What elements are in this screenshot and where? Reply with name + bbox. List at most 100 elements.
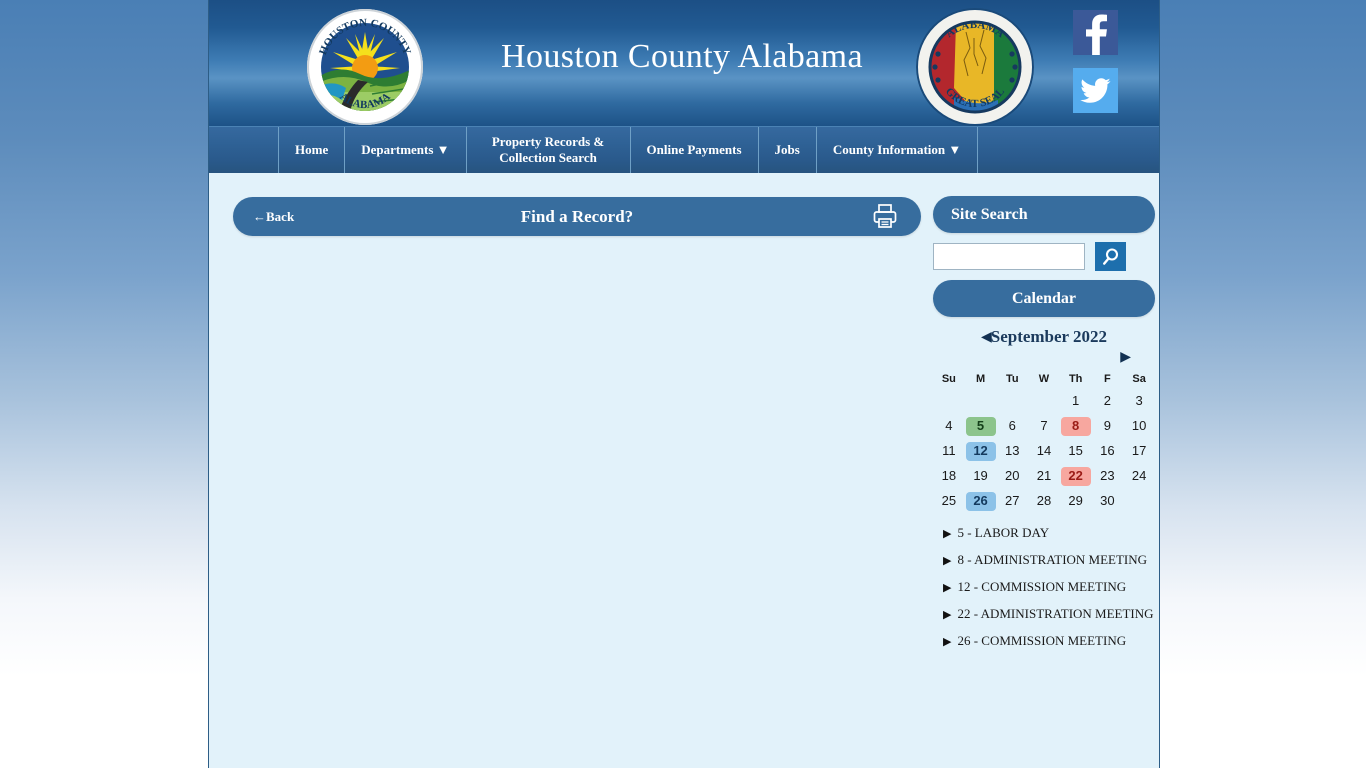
calendar-day-number: 23 (1100, 468, 1115, 484)
calendar-day-number: 24 (1131, 468, 1147, 484)
main-navigation: Home Departments ▼ Property Records & Co… (209, 126, 1159, 173)
weekday-m: M (975, 373, 986, 385)
nav-item-jobs[interactable]: Jobs (757, 127, 816, 173)
calendar-day-cell[interactable]: 3 (1123, 389, 1155, 414)
magnifier-icon (1102, 247, 1118, 265)
calendar-event-item[interactable]: ▶ 22 - ADMINISTRATION MEETING (933, 606, 1155, 622)
facebook-icon[interactable] (1073, 10, 1118, 55)
calendar-day-cell[interactable]: 13 (996, 439, 1028, 464)
calendar-empty-cell (965, 389, 997, 414)
houston-county-seal-icon: HOUSTON COUNTY ALABAMA (306, 8, 424, 126)
calendar-day-cell[interactable]: 5 (965, 414, 997, 439)
weekday-th: Th (1068, 373, 1083, 385)
calendar-day-number: 15 (1068, 443, 1083, 459)
calendar-day-cell[interactable]: 2 (1092, 389, 1124, 414)
calendar-event-item[interactable]: ▶ 26 - COMMISSION MEETING (933, 633, 1155, 649)
twitter-icon[interactable] (1073, 68, 1118, 113)
calendar-day-cell[interactable]: 30 (1092, 489, 1124, 514)
find-a-record-bar: ←Back Find a Record? (233, 197, 921, 236)
calendar-day-number: 26 (965, 492, 996, 511)
caret-right-icon: ▶ (943, 609, 952, 621)
search-button[interactable] (1095, 242, 1126, 271)
calendar-day-cell[interactable]: 22 (1060, 464, 1092, 489)
calendar-day-cell[interactable]: 21 (1028, 464, 1060, 489)
calendar-event-item[interactable]: ▶ 8 - ADMINISTRATION MEETING (933, 552, 1155, 568)
calendar-event-label: 12 - COMMISSION MEETING (957, 579, 1127, 594)
calendar-day-cell[interactable]: 26 (965, 489, 997, 514)
calendar-event-label: 5 - LABOR DAY (957, 525, 1050, 540)
calendar-day-cell[interactable]: 15 (1060, 439, 1092, 464)
nav-item-online-payments[interactable]: Online Payments (629, 127, 758, 173)
weekday-su: Su (941, 373, 956, 385)
back-link[interactable]: ←Back (253, 209, 294, 225)
calendar-day-number: 18 (941, 468, 957, 484)
calendar-day-number: 3 (1135, 393, 1143, 409)
calendar-day-number: 9 (1103, 418, 1111, 434)
calendar-day-cell[interactable]: 20 (996, 464, 1028, 489)
caret-right-icon: ▶ (943, 582, 952, 594)
printer-icon[interactable] (871, 202, 899, 230)
calendar-day-cell[interactable]: 7 (1028, 414, 1060, 439)
calendar-day-number: 27 (1005, 493, 1020, 509)
calendar-day-cell[interactable]: 28 (1028, 489, 1060, 514)
social-links (1073, 10, 1118, 126)
calendar-day-cell[interactable]: 27 (996, 489, 1028, 514)
nav-item-county-information[interactable]: County Information ▼ (815, 127, 979, 173)
calendar-empty-cell (933, 389, 965, 414)
calendar-day-cell[interactable]: 8 (1060, 414, 1092, 439)
calendar-day-number: 1 (1072, 393, 1080, 409)
calendar-day-cell[interactable]: 12 (965, 439, 997, 464)
calendar-day-cell[interactable]: 24 (1123, 464, 1155, 489)
site-banner: HOUSTON COUNTY ALABAMA Houston County Al… (209, 0, 1159, 126)
calendar-day-cell[interactable]: 29 (1060, 489, 1092, 514)
alabama-great-seal-icon: ALABAMA GREAT SEAL (916, 8, 1034, 126)
nav-item-home[interactable]: Home (278, 127, 344, 173)
calendar-week-row: 18 19 20 21 22 23 24 (933, 464, 1155, 489)
weekday-w: W (1038, 373, 1050, 385)
search-input[interactable] (933, 243, 1085, 270)
calendar-event-list: ▶ 5 - LABOR DAY ▶ 8 - ADMINISTRATION MEETIN… (933, 525, 1155, 649)
calendar-week-row: 4 5 6 7 8 9 10 (933, 414, 1155, 439)
calendar-day-cell[interactable]: 4 (933, 414, 965, 439)
page-title: Houston County Alabama (501, 38, 863, 75)
calendar-event-item[interactable]: ▶ 5 - LABOR DAY (933, 525, 1155, 541)
calendar-event-item[interactable]: ▶ 12 - COMMISSION MEETING (933, 579, 1155, 595)
main-column: ←Back Find a Record? (233, 197, 921, 236)
calendar-day-cell[interactable]: 25 (933, 489, 965, 514)
content-area: ←Back Find a Record? Site Search Calenda… (209, 173, 1159, 768)
calendar-day-number: 22 (1060, 467, 1091, 486)
calendar-day-number: 29 (1068, 493, 1083, 509)
calendar-header-button[interactable]: Calendar (933, 280, 1155, 317)
calendar-day-cell[interactable]: 18 (933, 464, 965, 489)
site-search-row (933, 242, 1155, 271)
calendar-day-number: 25 (941, 493, 957, 509)
calendar-week-row: 11 12 13 14 15 16 17 (933, 439, 1155, 464)
calendar-prev-arrow[interactable]: ◀ (981, 329, 992, 346)
calendar-week-row: 25 26 27 28 29 30 (933, 489, 1155, 514)
calendar-day-cell[interactable]: 1 (1060, 389, 1092, 414)
calendar-day-cell[interactable]: 11 (933, 439, 965, 464)
calendar-day-cell[interactable]: 6 (996, 414, 1028, 439)
calendar-day-number: 20 (1005, 468, 1020, 484)
calendar-day-number: 14 (1036, 443, 1052, 459)
calendar-day-cell[interactable]: 23 (1092, 464, 1124, 489)
calendar-day-cell[interactable]: 14 (1028, 439, 1060, 464)
calendar-day-number: 28 (1036, 493, 1052, 509)
calendar-month-label: September 2022 (990, 327, 1108, 346)
site-page: HOUSTON COUNTY ALABAMA Houston County Al… (208, 0, 1160, 768)
calendar-weekday-row: Su M Tu W Th F Sa (933, 371, 1155, 389)
nav-item-property-records[interactable]: Property Records & Collection Search (465, 127, 630, 173)
calendar-week-row: 1 2 3 (933, 389, 1155, 414)
calendar-day-cell[interactable]: 10 (1123, 414, 1155, 439)
calendar-day-cell[interactable]: 16 (1092, 439, 1124, 464)
calendar-next-arrow[interactable]: ▶ (1120, 349, 1131, 366)
calendar-day-number: 19 (973, 468, 988, 484)
calendar-day-number: 6 (1008, 418, 1016, 434)
nav-item-departments[interactable]: Departments ▼ (344, 127, 465, 173)
calendar-day-number: 10 (1131, 418, 1147, 434)
calendar-day-number: 7 (1040, 418, 1048, 434)
caret-right-icon: ▶ (943, 555, 952, 567)
calendar-day-cell[interactable]: 17 (1123, 439, 1155, 464)
calendar-day-cell[interactable]: 9 (1092, 414, 1124, 439)
calendar-day-cell[interactable]: 19 (965, 464, 997, 489)
